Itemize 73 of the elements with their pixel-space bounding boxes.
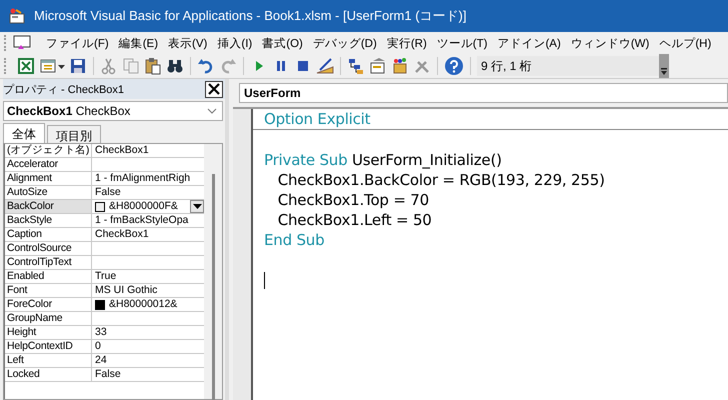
property-value: CheckBox1 bbox=[95, 144, 149, 157]
panel-title: プロパティ - CheckBox1 bbox=[3, 82, 124, 96]
toolbar-options-icon[interactable] bbox=[659, 54, 669, 78]
menu-item[interactable]: デバッグ(D) bbox=[308, 36, 382, 50]
property-name[interactable]: ForeColor bbox=[5, 298, 92, 311]
close-icon bbox=[208, 83, 220, 95]
tree-icon[interactable] bbox=[347, 57, 365, 75]
property-name[interactable]: Locked bbox=[5, 368, 92, 381]
code-line: End Sub bbox=[264, 231, 324, 249]
menu-item[interactable]: ツール(T) bbox=[432, 36, 492, 50]
property-value: 1 - fmAlignmentRigh bbox=[95, 172, 190, 185]
object-dropdown[interactable]: UserForm bbox=[239, 83, 728, 103]
property-value: 0 bbox=[95, 340, 101, 353]
property-value: False bbox=[95, 368, 121, 381]
app-icon bbox=[8, 8, 26, 24]
menu-item[interactable]: 編集(E) bbox=[114, 36, 164, 50]
form-icon[interactable] bbox=[13, 34, 33, 52]
property-name[interactable]: Accelerator bbox=[5, 158, 92, 171]
code-line: CheckBox1.BackColor = RGB(193, 229, 255) bbox=[276, 171, 605, 189]
property-name[interactable]: Left bbox=[5, 354, 92, 367]
property-name[interactable]: Font bbox=[5, 284, 92, 297]
property-value: &H8000000F& bbox=[109, 200, 178, 213]
caret-icon bbox=[192, 204, 202, 209]
property-value: False bbox=[95, 186, 121, 199]
save-icon[interactable] bbox=[69, 57, 87, 75]
property-value: 24 bbox=[95, 354, 107, 367]
menu-item[interactable]: 挿入(I) bbox=[212, 36, 258, 50]
menu-item[interactable]: 実行(R) bbox=[382, 36, 432, 50]
menu-item[interactable]: 書式(O) bbox=[257, 36, 308, 50]
code-line: CheckBox1.Left = 50 bbox=[276, 211, 432, 229]
property-name[interactable]: GroupName bbox=[5, 312, 92, 325]
text-cursor bbox=[264, 272, 265, 290]
object-dropdown[interactable]: CheckBox1 CheckBox bbox=[3, 101, 223, 121]
property-name[interactable]: (オブジェクト名) bbox=[5, 144, 92, 157]
binoculars-icon[interactable] bbox=[166, 57, 184, 75]
property-name[interactable]: Alignment bbox=[5, 172, 92, 185]
property-name[interactable]: HelpContextID bbox=[5, 340, 92, 353]
property-name[interactable]: BackStyle bbox=[5, 214, 92, 227]
help-icon[interactable] bbox=[444, 56, 464, 76]
property-name[interactable]: BackColor bbox=[5, 200, 92, 213]
property-value: True bbox=[95, 270, 116, 283]
ruler-icon[interactable] bbox=[316, 57, 334, 75]
undo-icon[interactable] bbox=[197, 57, 215, 75]
property-name[interactable]: AutoSize bbox=[5, 186, 92, 199]
menu-item[interactable]: アドイン(A) bbox=[492, 36, 566, 50]
property-name[interactable]: ControlSource bbox=[5, 242, 92, 255]
property-name[interactable]: ControlTipText bbox=[5, 256, 92, 269]
dropdown-button[interactable] bbox=[190, 200, 204, 213]
property-value: CheckBox1 bbox=[95, 228, 149, 241]
menu-item[interactable]: ファイル(F) bbox=[41, 36, 114, 50]
tab[interactable]: 項目別 bbox=[47, 125, 101, 143]
menu-item[interactable]: ウィンドウ(W) bbox=[566, 36, 654, 50]
property-name[interactable]: Enabled bbox=[5, 270, 92, 283]
property-value: MS UI Gothic bbox=[95, 284, 158, 297]
code-line: CheckBox1.Top = 70 bbox=[276, 191, 429, 209]
code-line: Private Sub UserForm_Initialize() bbox=[264, 151, 502, 169]
chevron-icon bbox=[207, 108, 217, 114]
window-icon[interactable] bbox=[39, 57, 57, 75]
property-value: 33 bbox=[95, 326, 107, 339]
paste-icon[interactable] bbox=[144, 57, 162, 75]
window-title: Microsoft Visual Basic for Applications - Book1.xlsm - [UserForm1 (コード)] bbox=[34, 7, 466, 25]
property-value: 1 - fmBackStyleOpa bbox=[95, 214, 188, 227]
cursor-position: 9 行, 1 桁 bbox=[477, 56, 659, 76]
spreadsheet-icon[interactable] bbox=[17, 57, 35, 75]
property-name[interactable]: Height bbox=[5, 326, 92, 339]
menu-item[interactable]: 表示(V) bbox=[163, 36, 212, 50]
tab[interactable]: 全体 bbox=[3, 123, 45, 143]
property-name[interactable]: Caption bbox=[5, 228, 92, 241]
code-line: Option Explicit bbox=[264, 110, 370, 128]
close-button[interactable] bbox=[205, 80, 223, 98]
box-icon[interactable] bbox=[391, 57, 409, 75]
property-value: &H80000012& bbox=[109, 298, 178, 311]
menu-item[interactable]: ヘルプ(H) bbox=[654, 36, 716, 50]
